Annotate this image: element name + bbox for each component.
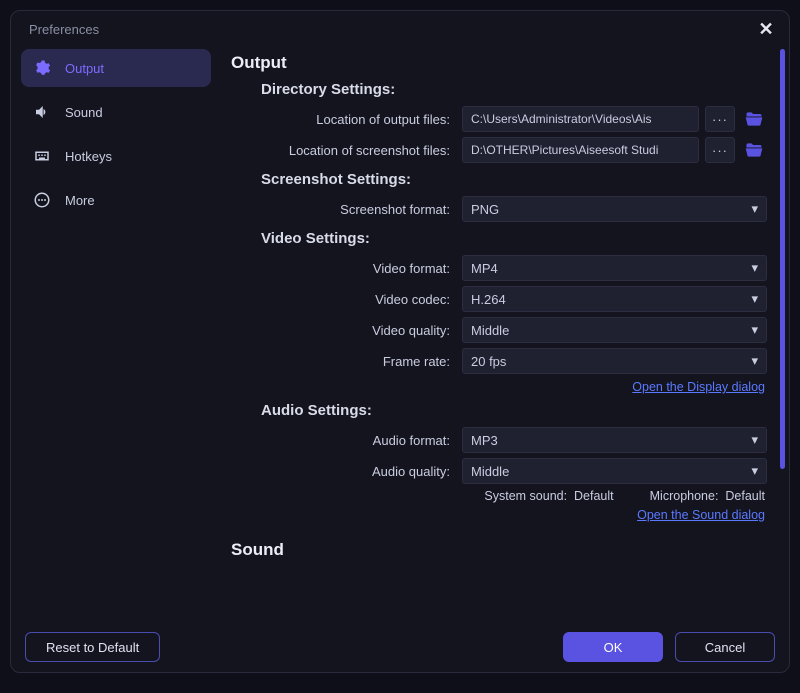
open-screenshot-folder-button[interactable]: [741, 137, 767, 163]
video-format-select[interactable]: MP4 ▾: [462, 255, 767, 281]
frame-rate-select[interactable]: 20 fps ▾: [462, 348, 767, 374]
chevron-down-icon: ▾: [751, 291, 758, 307]
body: Output Sound Hotkeys More: [11, 41, 789, 622]
select-value: MP4: [471, 261, 498, 276]
screenshot-settings-title: Screenshot Settings:: [261, 171, 767, 188]
sound-dialog-link-row: Open the Sound dialog: [231, 507, 767, 522]
output-location-input[interactable]: [462, 106, 699, 132]
video-format-row: Video format: MP4 ▾: [231, 255, 767, 281]
audio-quality-label: Audio quality:: [231, 464, 456, 479]
frame-rate-label: Frame rate:: [231, 354, 456, 369]
close-icon: ✕: [758, 19, 773, 40]
audio-quality-select[interactable]: Middle ▾: [462, 458, 767, 484]
video-quality-label: Video quality:: [231, 323, 456, 338]
select-value: MP3: [471, 433, 498, 448]
select-value: PNG: [471, 202, 499, 217]
content-area: Output Directory Settings: Location of o…: [221, 41, 789, 622]
screenshot-format-label: Screenshot format:: [231, 202, 456, 217]
microphone-status: Microphone: Default: [650, 489, 765, 503]
folder-icon: [744, 140, 764, 160]
video-codec-select[interactable]: H.264 ▾: [462, 286, 767, 312]
audio-format-row: Audio format: MP3 ▾: [231, 427, 767, 453]
sidebar-item-more[interactable]: More: [21, 181, 211, 219]
gear-icon: [33, 59, 51, 77]
folder-icon: [744, 109, 764, 129]
select-value: 20 fps: [471, 354, 506, 369]
window-title: Preferences: [29, 22, 99, 37]
chevron-down-icon: ▾: [751, 322, 758, 338]
open-output-folder-button[interactable]: [741, 106, 767, 132]
sidebar-item-output[interactable]: Output: [21, 49, 211, 87]
select-value: Middle: [471, 323, 509, 338]
chevron-down-icon: ▾: [751, 463, 758, 479]
sidebar-item-sound[interactable]: Sound: [21, 93, 211, 131]
sidebar-item-hotkeys[interactable]: Hotkeys: [21, 137, 211, 175]
audio-format-select[interactable]: MP3 ▾: [462, 427, 767, 453]
chevron-down-icon: ▾: [751, 260, 758, 276]
screenshot-location-label: Location of screenshot files:: [231, 143, 456, 158]
sidebar-item-label: Hotkeys: [65, 149, 112, 164]
select-value: H.264: [471, 292, 506, 307]
output-section-title: Output: [231, 53, 767, 73]
screenshot-location-input[interactable]: [462, 137, 699, 163]
audio-status-row: System sound: Default Microphone: Defaul…: [231, 489, 767, 503]
open-display-dialog-link[interactable]: Open the Display dialog: [632, 380, 765, 394]
footer: Reset to Default OK Cancel: [11, 622, 789, 672]
video-quality-row: Video quality: Middle ▾: [231, 317, 767, 343]
sidebar-item-label: More: [65, 193, 95, 208]
display-dialog-link-row: Open the Display dialog: [231, 379, 767, 394]
sound-section-title: Sound: [231, 540, 767, 560]
sidebar-item-label: Output: [65, 61, 104, 76]
chevron-down-icon: ▾: [751, 353, 758, 369]
sidebar: Output Sound Hotkeys More: [11, 41, 221, 622]
footer-right: OK Cancel: [563, 632, 775, 662]
chevron-down-icon: ▾: [751, 201, 758, 217]
ok-button[interactable]: OK: [563, 632, 663, 662]
speaker-icon: [33, 103, 51, 121]
frame-rate-row: Frame rate: 20 fps ▾: [231, 348, 767, 374]
reset-to-default-button[interactable]: Reset to Default: [25, 632, 160, 662]
video-settings-title: Video Settings:: [261, 230, 767, 247]
screenshot-location-row: Location of screenshot files: ···: [231, 137, 767, 163]
audio-quality-row: Audio quality: Middle ▾: [231, 458, 767, 484]
open-sound-dialog-link[interactable]: Open the Sound dialog: [637, 508, 765, 522]
titlebar: Preferences ✕: [11, 11, 789, 41]
content-scroll[interactable]: Output Directory Settings: Location of o…: [221, 41, 789, 622]
close-button[interactable]: ✕: [755, 18, 777, 40]
select-value: Middle: [471, 464, 509, 479]
chevron-down-icon: ▾: [751, 432, 758, 448]
sidebar-item-label: Sound: [65, 105, 103, 120]
browse-output-button[interactable]: ···: [705, 106, 735, 132]
video-codec-row: Video codec: H.264 ▾: [231, 286, 767, 312]
browse-screenshot-button[interactable]: ···: [705, 137, 735, 163]
screenshot-format-row: Screenshot format: PNG ▾: [231, 196, 767, 222]
output-location-label: Location of output files:: [231, 112, 456, 127]
video-format-label: Video format:: [231, 261, 456, 276]
video-quality-select[interactable]: Middle ▾: [462, 317, 767, 343]
directory-settings-title: Directory Settings:: [261, 81, 767, 98]
screenshot-format-select[interactable]: PNG ▾: [462, 196, 767, 222]
more-icon: [33, 191, 51, 209]
preferences-window: Preferences ✕ Output Sound: [10, 10, 790, 673]
system-sound-status: System sound: Default: [484, 489, 613, 503]
audio-settings-title: Audio Settings:: [261, 402, 767, 419]
cancel-button[interactable]: Cancel: [675, 632, 775, 662]
output-location-row: Location of output files: ···: [231, 106, 767, 132]
video-codec-label: Video codec:: [231, 292, 456, 307]
keyboard-icon: [33, 147, 51, 165]
audio-format-label: Audio format:: [231, 433, 456, 448]
